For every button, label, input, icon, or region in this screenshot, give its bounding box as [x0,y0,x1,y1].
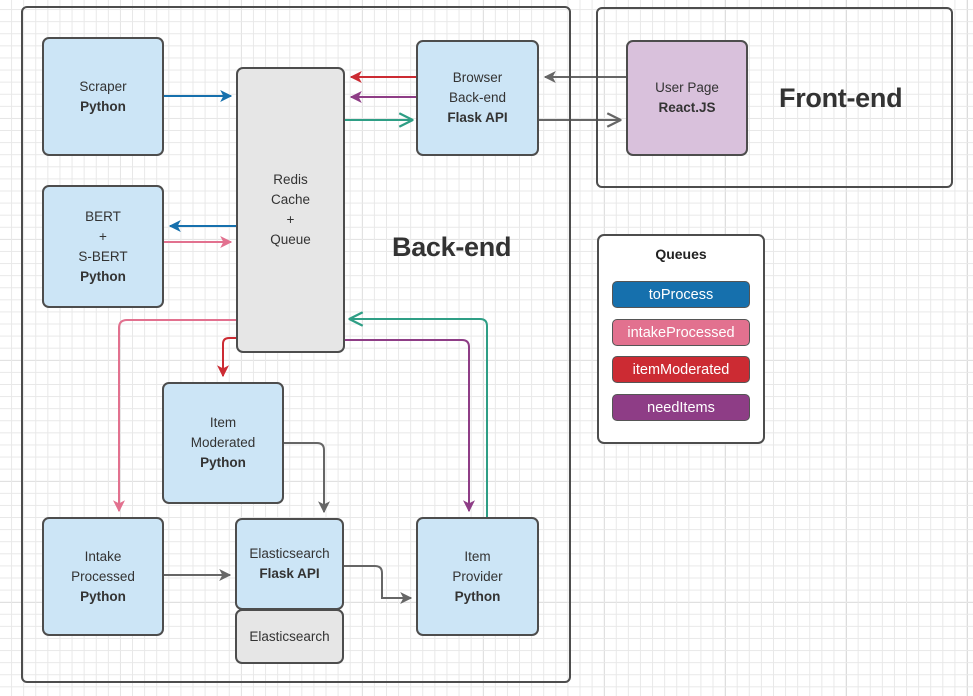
legend-title: Queues [655,246,707,262]
node-browser-backend[interactable] [416,40,539,156]
node-intake-processed[interactable] [42,517,164,636]
queue-chip-needitems[interactable]: needItems [612,394,750,421]
queue-chip-needitems-label: needItems [647,399,715,416]
queue-chip-itemmoderated-label: itemModerated [632,361,730,378]
backend-title-text: Back-end [392,232,512,262]
node-user-page[interactable] [626,40,748,156]
node-elasticsearch-store[interactable] [235,609,344,664]
node-item-provider[interactable] [416,517,539,636]
queue-chip-itemmoderated[interactable]: itemModerated [612,356,750,383]
node-scraper[interactable] [42,37,164,156]
node-item-moderated[interactable] [162,382,284,504]
backend-container-title: Back-end [392,232,511,263]
node-bert[interactable] [42,185,164,308]
node-elasticsearch-api[interactable] [235,518,344,610]
queue-chip-intakeprocessed[interactable]: intakeProcessed [612,319,750,346]
node-redis[interactable] [236,67,345,353]
queue-chip-toprocess[interactable]: toProcess [612,281,750,308]
frontend-container-title: Front-end [779,83,903,114]
queue-chip-intakeprocessed-label: intakeProcessed [627,324,735,341]
queue-chip-toprocess-label: toProcess [648,286,714,303]
frontend-title-text: Front-end [779,83,903,113]
